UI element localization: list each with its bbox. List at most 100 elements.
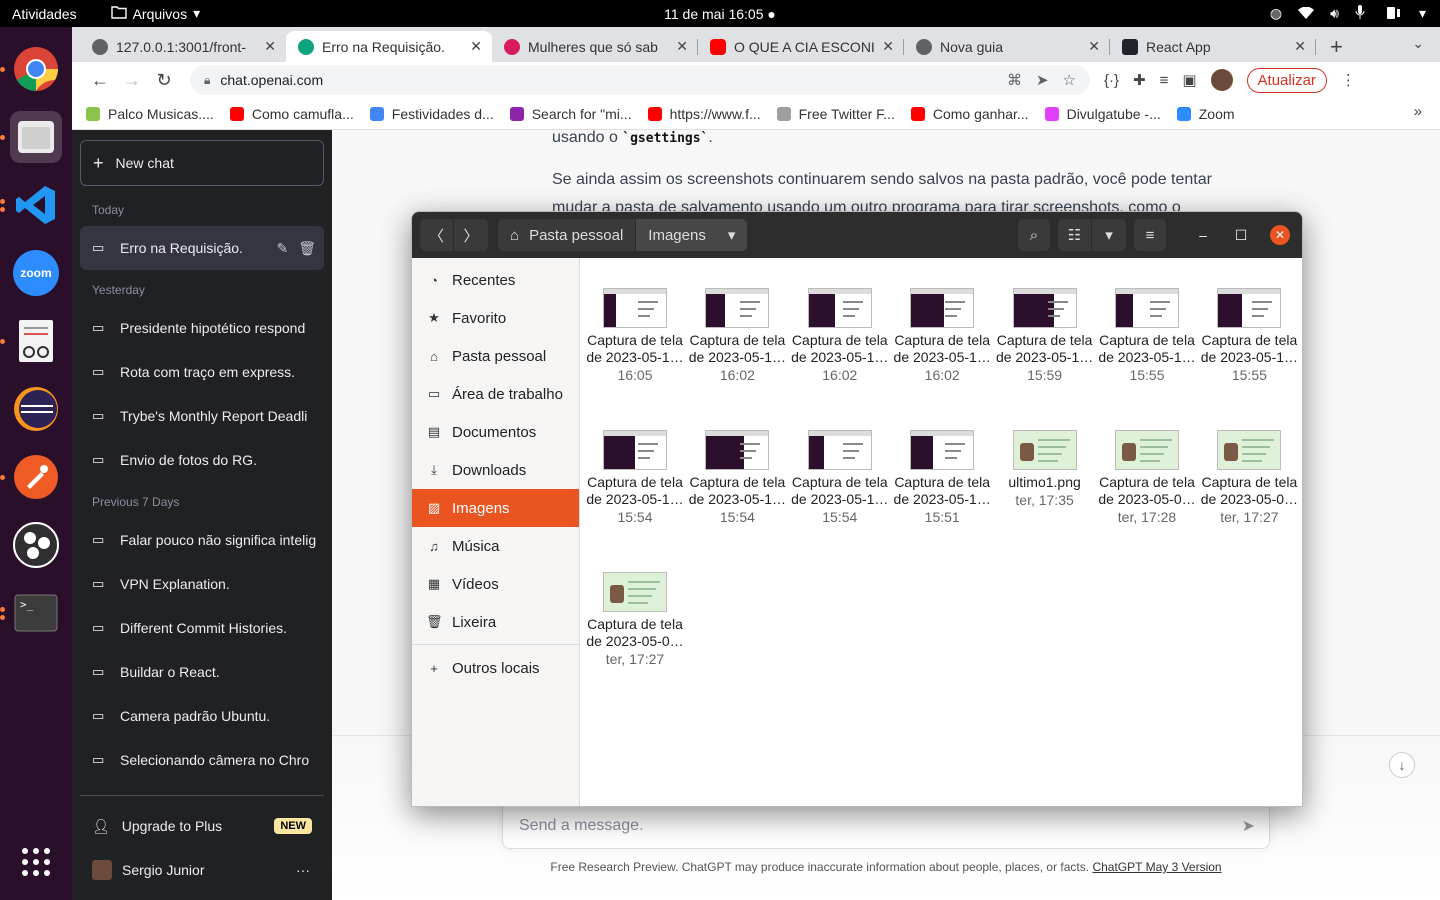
send-icon[interactable]: ➤ xyxy=(1242,816,1255,836)
system-tray[interactable]: ◍ 🔊︎ ▾ xyxy=(1270,5,1426,22)
file-item[interactable]: Captura de tela de 2023-05-1… 15:55 xyxy=(1198,288,1300,385)
conversation-item[interactable]: ▭ Presidente hipotético respond xyxy=(80,306,324,350)
place-item[interactable]: ▨ Imagens xyxy=(412,489,579,527)
place-item[interactable]: ♫ Música xyxy=(412,527,579,565)
back-button[interactable]: ← xyxy=(84,70,116,91)
file-item[interactable]: Captura de tela de 2023-05-1… 16:02 xyxy=(789,288,891,385)
upgrade-button[interactable]: 👤︎ Upgrade to Plus NEW xyxy=(80,804,324,848)
obs-launcher[interactable] xyxy=(10,519,62,571)
bookmark-item[interactable]: Palco Musicas.... xyxy=(86,106,214,122)
scroll-down-button[interactable]: ↓ xyxy=(1389,752,1415,778)
browser-tab[interactable]: Nova guia ✕ xyxy=(904,31,1110,62)
file-item[interactable]: Captura de tela de 2023-05-1… 15:54 xyxy=(789,430,891,527)
new-chat-button[interactable]: + New chat xyxy=(80,140,324,186)
activities-button[interactable]: Atividades xyxy=(12,6,77,22)
place-item[interactable]: ★ Favorito xyxy=(412,299,579,337)
view-options-button[interactable]: ▾ xyxy=(1092,219,1126,251)
forward-button[interactable]: → xyxy=(116,70,148,91)
file-item[interactable]: Captura de tela de 2023-05-0… ter, 17:27 xyxy=(584,572,686,669)
conversation-item[interactable]: ▭ Falar pouco não significa intelig xyxy=(80,518,324,562)
maximize-icon[interactable]: ☐ xyxy=(1226,227,1256,244)
place-item[interactable]: 🗑︎ Lixeira xyxy=(412,603,579,641)
new-tab-button[interactable]: + xyxy=(1330,31,1343,62)
conversation-item[interactable]: ▭ Different Commit Histories. xyxy=(80,606,324,650)
media-queue-icon[interactable]: ≡ xyxy=(1160,72,1169,89)
document-viewer-launcher[interactable] xyxy=(0,315,62,367)
close-icon[interactable]: ✕ xyxy=(1294,38,1306,55)
side-panel-icon[interactable]: ▣ xyxy=(1182,71,1196,89)
bookmark-item[interactable]: https://www.f... xyxy=(647,106,761,122)
address-bar[interactable]: 🔒︎ chat.openai.com ⌘ ➤ ☆ xyxy=(190,65,1090,95)
file-item[interactable]: Captura de tela de 2023-05-1… 15:55 xyxy=(1096,288,1198,385)
message-input[interactable]: Send a message. ➤ xyxy=(502,803,1270,849)
conversation-item-active[interactable]: ▭ Erro na Requisição. ✎ 🗑︎ xyxy=(80,226,324,270)
reload-button[interactable]: ↻ xyxy=(148,70,180,91)
chrome-launcher[interactable] xyxy=(0,43,62,95)
version-link[interactable]: ChatGPT May 3 Version xyxy=(1092,860,1221,874)
postman-launcher[interactable] xyxy=(0,451,62,503)
extension-code-icon[interactable]: {·} xyxy=(1104,72,1119,89)
vscode-launcher[interactable] xyxy=(0,179,62,231)
zoom-launcher[interactable]: zoom xyxy=(10,247,62,299)
file-item[interactable]: ultimo1.png ter, 17:35 xyxy=(994,430,1096,510)
show-apps-button[interactable] xyxy=(21,847,51,882)
trash-icon[interactable]: 🗑︎ xyxy=(298,240,316,257)
star-icon[interactable]: ☆ xyxy=(1063,71,1076,89)
bookmark-item[interactable]: Zoom xyxy=(1176,106,1235,122)
search-button[interactable]: ⌕ xyxy=(1018,219,1050,251)
puzzle-icon[interactable]: ✚ xyxy=(1133,71,1146,89)
place-item[interactable]: ▭ Área de trabalho xyxy=(412,375,579,413)
other-locations-item[interactable]: + Outros locais xyxy=(412,649,579,687)
tab-search-button[interactable]: ⌄ xyxy=(1412,35,1424,52)
close-icon[interactable]: ✕ xyxy=(470,38,482,55)
app-menu[interactable]: Arquivos ▾ xyxy=(110,5,200,22)
translate-icon[interactable]: ⌘ xyxy=(1007,71,1022,89)
file-item[interactable]: Captura de tela de 2023-05-1… 15:54 xyxy=(584,430,686,527)
bookmark-item[interactable]: Free Twitter F... xyxy=(776,106,895,122)
update-button[interactable]: Atualizar xyxy=(1246,67,1327,93)
browser-tab[interactable]: React App ✕ xyxy=(1110,31,1316,62)
view-list-button[interactable]: ☷ xyxy=(1058,219,1092,251)
place-item[interactable]: ◔ Recentes xyxy=(412,261,579,299)
place-item[interactable]: ▦ Vídeos xyxy=(412,565,579,603)
file-item[interactable]: Captura de tela de 2023-05-1… 16:02 xyxy=(686,288,788,385)
kebab-menu-icon[interactable]: ⋮ xyxy=(1341,71,1356,89)
user-menu-button[interactable]: Sergio Junior ··· xyxy=(80,848,324,892)
conversation-item[interactable]: ▭ VPN Explanation. xyxy=(80,562,324,606)
double-chevron-right-icon[interactable]: » xyxy=(1414,103,1422,120)
profile-avatar[interactable] xyxy=(1210,69,1233,91)
forward-button[interactable]: 〉 xyxy=(454,219,488,251)
conversation-item[interactable]: ▭ Envio de fotos do RG. xyxy=(80,438,324,482)
place-item[interactable]: ⌂ Pasta pessoal xyxy=(412,337,579,375)
conversation-item[interactable]: ▭ Rota com traço em express. xyxy=(80,350,324,394)
browser-tab[interactable]: Mulheres que só sab ✕ xyxy=(492,31,698,62)
place-item[interactable]: ▤ Documentos xyxy=(412,413,579,451)
terminal-launcher[interactable]: >_ xyxy=(0,587,62,639)
back-button[interactable]: 〈 xyxy=(420,219,454,251)
files-launcher[interactable] xyxy=(0,111,62,163)
bookmark-item[interactable]: Como ganhar... xyxy=(910,106,1029,122)
path-current-button[interactable]: Imagens ▾ xyxy=(636,219,748,251)
close-icon[interactable]: ✕ xyxy=(264,38,276,55)
bookmark-item[interactable]: Festividades d... xyxy=(369,106,494,122)
file-item[interactable]: Captura de tela de 2023-05-1… 16:05 xyxy=(584,288,686,385)
bookmark-item[interactable]: Como camufla... xyxy=(229,106,354,122)
conversation-item[interactable]: ▭ Trybe's Monthly Report Deadli xyxy=(80,394,324,438)
file-item[interactable]: Captura de tela de 2023-05-1… 16:02 xyxy=(891,288,993,385)
eclipse-launcher[interactable] xyxy=(10,383,62,435)
main-menu-button[interactable]: ≡ xyxy=(1134,219,1166,251)
file-item[interactable]: Captura de tela de 2023-05-1… 15:51 xyxy=(891,430,993,527)
file-item[interactable]: Captura de tela de 2023-05-0… ter, 17:27 xyxy=(1198,430,1300,527)
share-icon[interactable]: ➤ xyxy=(1036,71,1049,89)
conversation-item[interactable]: ▭ Buildar o React. xyxy=(80,650,324,694)
conversation-item[interactable]: ▭ Camera padrão Ubuntu. xyxy=(80,694,324,738)
clock[interactable]: 11 de mai 16:05 xyxy=(664,6,763,22)
close-icon[interactable]: ✕ xyxy=(1270,225,1290,245)
bookmark-item[interactable]: Search for "mi... xyxy=(509,106,632,122)
close-icon[interactable]: ✕ xyxy=(1088,38,1100,55)
edit-icon[interactable]: ✎ xyxy=(276,240,288,257)
place-item[interactable]: ⤓ Downloads xyxy=(412,451,579,489)
browser-tab[interactable]: 127.0.0.1:3001/front- ✕ xyxy=(80,31,286,62)
file-item[interactable]: Captura de tela de 2023-05-1… 15:54 xyxy=(686,430,788,527)
path-home-button[interactable]: ⌂ Pasta pessoal xyxy=(498,219,637,251)
